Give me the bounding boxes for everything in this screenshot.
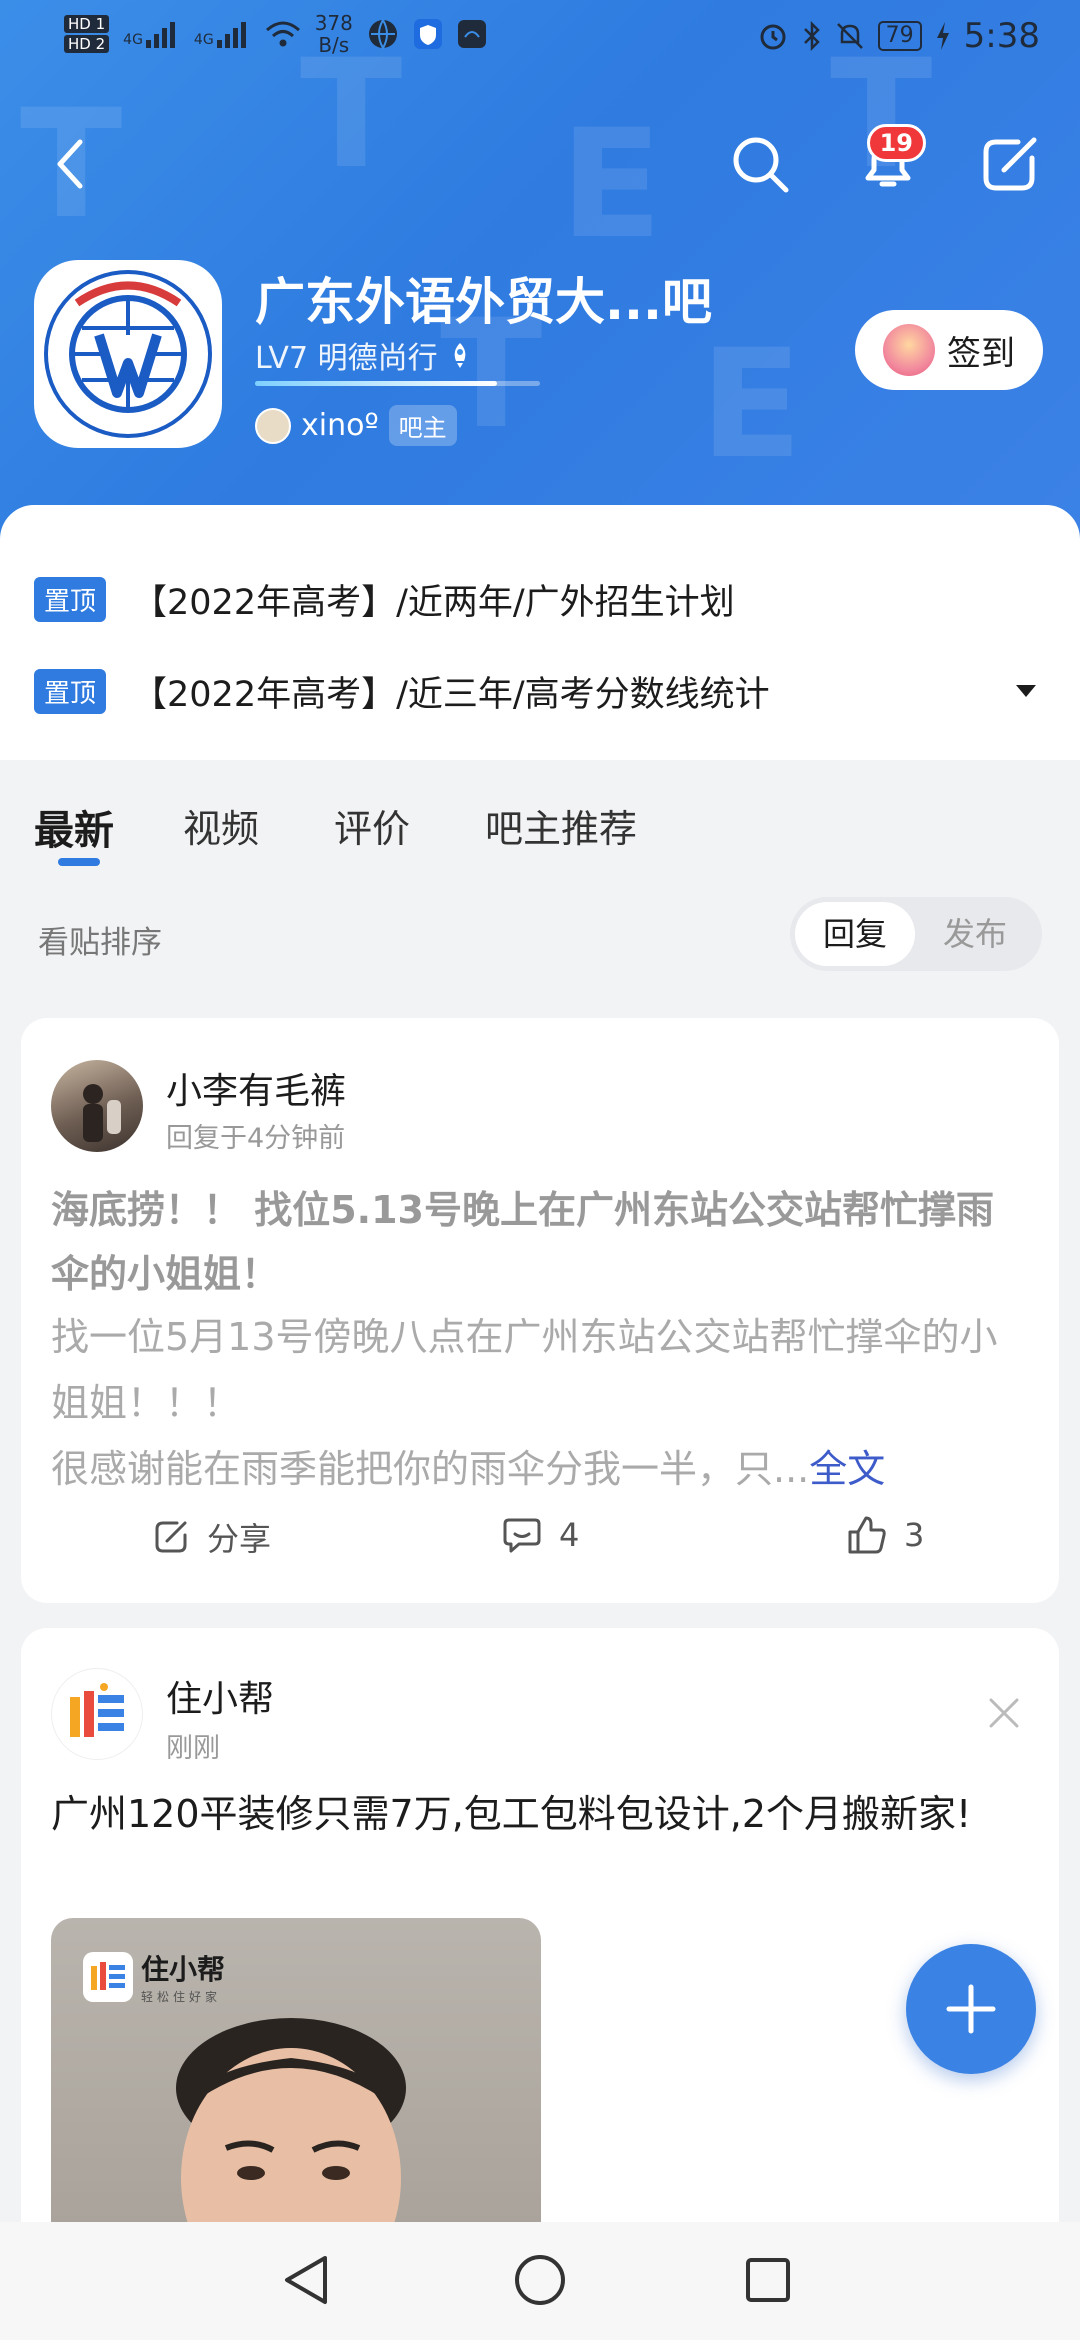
forum-logo[interactable] <box>34 260 222 448</box>
share-icon <box>155 1521 187 1553</box>
owner-name: xinoº <box>301 408 379 443</box>
status-bar: HD 1 HD 2 4G 4G 378 B/s 79 5:38 <box>0 0 1080 75</box>
level-text: LV7 明德尚行 <box>255 341 438 376</box>
active-tab-indicator <box>58 858 100 866</box>
pin-text: 【2022年高考】/近三年/高考分数线统计 <box>132 674 770 715</box>
shield-icon <box>413 19 442 49</box>
nav-recents-icon[interactable] <box>738 2250 798 2310</box>
comment-icon <box>503 1518 541 1553</box>
level-row: LV7 明德尚行 <box>255 333 472 377</box>
top-nav: 19 <box>0 120 1080 210</box>
owner-avatar <box>255 407 291 444</box>
hd2-chip: HD 2 <box>64 35 110 53</box>
pinned-item[interactable]: 置顶 【2022年高考】/近三年/高考分数线统计 <box>0 645 1080 737</box>
nav-home-icon[interactable] <box>510 2250 570 2310</box>
close-icon[interactable] <box>979 1688 1029 1738</box>
tab-video[interactable]: 视频 <box>183 798 259 853</box>
signin-label: 签到 <box>947 333 1015 374</box>
signal-icon: 4G <box>123 20 180 48</box>
ad-text: 广州120平装修只需7万,包工包料包设计,2个月搬新家! <box>51 1792 972 1836</box>
globe-icon <box>368 19 397 50</box>
share-label: 分享 <box>207 1520 272 1558</box>
mute-icon <box>836 23 863 49</box>
zhuxiaobang-logo-icon <box>70 1683 124 1737</box>
post-body: 找一位5月13号傍晚八点在广州东站公交站帮忙撑伞的小姐姐！！！ 很感谢能在雨季能… <box>51 1304 1029 1502</box>
edit-icon <box>983 137 1037 191</box>
hd1-chip: HD 1 <box>64 15 110 33</box>
forum-header: T T E T T E HD 1 HD 2 4G 4G 378 B/s 79 5… <box>0 0 1080 560</box>
create-post-fab[interactable] <box>906 1944 1036 2074</box>
back-arrow-icon <box>57 139 83 189</box>
like-count: 3 <box>904 1516 925 1554</box>
owner-tag: 吧主 <box>388 405 457 446</box>
forum-title: 广东外语外贸大...吧 <box>255 273 712 331</box>
post-body-line: 找一位5月13号傍晚八点在广州东站公交站帮忙撑伞的小姐姐！！！ <box>51 1315 998 1425</box>
decor-pattern: E <box>700 318 803 492</box>
signin-icon <box>883 324 935 376</box>
battery-indicator: 79 <box>877 21 922 51</box>
like-button[interactable]: 3 <box>846 1514 924 1556</box>
post-card[interactable]: 小李有毛裤 回复于4分钟前 海底捞！！ 找位5.13号晚上在广州东站公交站帮忙撑… <box>21 1018 1059 1603</box>
ad-author[interactable]: 住小帮 <box>166 1670 274 1722</box>
notification-badge: 19 <box>866 124 926 162</box>
read-more-link[interactable]: 全文 <box>809 1447 885 1491</box>
signin-button[interactable]: 签到 <box>855 310 1043 390</box>
system-nav-bar <box>0 2222 1080 2340</box>
sort-row: 看贴排序 回复 发布 <box>0 895 1080 975</box>
ad-avatar[interactable] <box>51 1668 143 1760</box>
ad-time: 刚刚 <box>166 1733 220 1764</box>
rocket-icon <box>454 343 465 368</box>
search-icon <box>733 137 789 193</box>
plus-icon <box>946 1984 996 2034</box>
forum-owner[interactable]: xinoº 吧主 <box>255 405 457 446</box>
university-emblem-icon <box>44 270 212 438</box>
clock: 5:38 <box>963 16 1040 56</box>
share-button[interactable]: 分享 <box>151 1514 271 1560</box>
post-title: 海底捞！！ 找位5.13号晚上在广州东站公交站帮忙撑雨伞的小姐姐！ <box>51 1188 994 1296</box>
post-author[interactable]: 小李有毛裤 <box>166 1062 346 1114</box>
wifi-icon <box>265 21 300 47</box>
pin-text: 【2022年高考】/近两年/广外招生计划 <box>132 582 735 623</box>
back-button[interactable] <box>30 124 110 204</box>
avatar-figure-icon <box>83 1084 121 1142</box>
comment-button[interactable]: 4 <box>501 1514 579 1556</box>
sort-by-publish[interactable]: 发布 <box>915 902 1035 966</box>
huawei-app-icon <box>457 20 486 48</box>
tab-review[interactable]: 评价 <box>334 798 410 853</box>
nav-back-icon[interactable] <box>277 2250 337 2310</box>
notification-button[interactable]: 19 <box>848 124 928 204</box>
sort-label: 看贴排序 <box>38 925 162 961</box>
post-actions: 分享 4 3 <box>21 1514 1059 1574</box>
thumbs-up-icon <box>848 1516 886 1554</box>
compose-button[interactable] <box>970 124 1050 204</box>
charging-icon <box>936 22 949 50</box>
post-time: 回复于4分钟前 <box>166 1123 346 1154</box>
pinned-item[interactable]: 置顶 【2022年高考】/近两年/广外招生计划 <box>0 553 1080 645</box>
sort-toggle: 回复 发布 <box>790 897 1042 971</box>
bluetooth-icon <box>803 21 820 51</box>
feed-tabs: 最新 视频 评价 吧主推荐 <box>0 760 1080 870</box>
user-avatar[interactable] <box>51 1060 143 1152</box>
expand-caret-icon[interactable] <box>1016 685 1036 697</box>
comment-count: 4 <box>559 1516 580 1554</box>
level-progress-fill <box>255 381 498 386</box>
alarm-icon <box>760 24 786 50</box>
signal-icon-2: 4G <box>194 20 251 48</box>
post-body-line: 很感谢能在雨季能把你的雨伞分我一半，只...全文 <box>51 1447 886 1491</box>
level-progress-bar <box>255 381 540 386</box>
pin-tag: 置顶 <box>34 668 107 714</box>
tab-owner-picks[interactable]: 吧主推荐 <box>485 798 637 853</box>
sort-by-reply[interactable]: 回复 <box>795 902 915 966</box>
pin-tag: 置顶 <box>34 576 107 622</box>
search-button[interactable] <box>720 124 800 204</box>
pinned-posts: 置顶 【2022年高考】/近两年/广外招生计划 置顶 【2022年高考】/近三年… <box>0 505 1080 760</box>
tab-latest[interactable]: 最新 <box>34 798 114 856</box>
network-speed: 378 B/s <box>314 11 353 57</box>
